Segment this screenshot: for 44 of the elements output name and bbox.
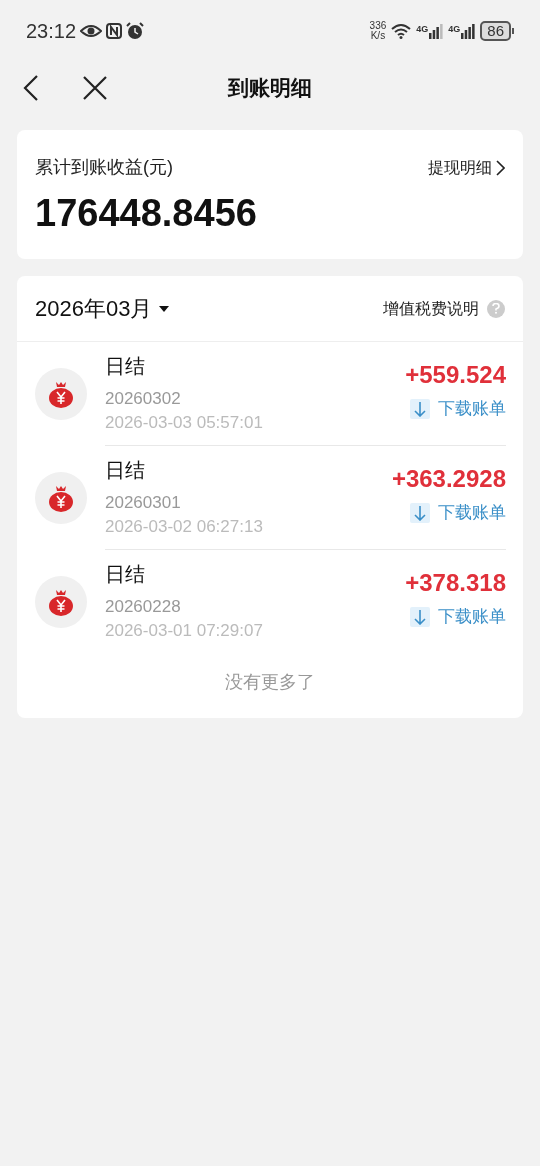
tax-info-link[interactable]: 增值税费说明 (383, 296, 505, 321)
record-title: 日结 (105, 354, 146, 379)
record-date: 20260302 (105, 388, 182, 410)
download-bill-link[interactable]: 下载账单 (410, 604, 506, 630)
battery-icon: 86 (480, 21, 514, 41)
record-title: 日结 (105, 458, 146, 483)
record-timestamp: 2026-03-01 07:29:07 (105, 620, 263, 642)
close-icon[interactable] (82, 75, 108, 101)
signal-icon (461, 23, 476, 39)
wifi-icon (391, 23, 412, 39)
record-timestamp: 2026-03-02 06:27:13 (105, 516, 263, 538)
network-type: 4G (448, 23, 461, 36)
speed-value: 336 (369, 21, 387, 31)
help-icon (487, 299, 505, 318)
download-bill-link[interactable]: 下载账单 (410, 396, 506, 422)
record-timestamp: 2026-03-03 05:57:01 (105, 412, 263, 434)
speed-unit: K/s (370, 31, 386, 41)
record-date: 20260301 (105, 492, 182, 514)
network-type: 4G (416, 23, 429, 36)
record-amount: +363.2928 (391, 464, 506, 494)
withdraw-details-link[interactable]: 提现明细 (428, 155, 505, 180)
money-bag-icon (35, 472, 87, 524)
download-bill-link[interactable]: 下载账单 (410, 500, 506, 526)
summary-label: 累计到账收益(元) (35, 156, 173, 179)
download-icon (410, 606, 430, 627)
no-more-text: 没有更多了 (225, 671, 315, 694)
record-date: 20260228 (105, 596, 182, 618)
alarm-icon (126, 22, 145, 40)
record-amount: +559.524 (405, 360, 506, 390)
back-icon[interactable] (22, 74, 40, 102)
money-bag-icon (35, 368, 87, 420)
record-amount: +378.318 (405, 568, 506, 598)
nfc-icon (106, 23, 123, 39)
dropdown-icon (158, 304, 171, 313)
download-icon (410, 398, 430, 419)
total-amount: 176448.8456 (35, 191, 258, 235)
month-picker[interactable]: 2026年03月 (35, 292, 171, 325)
page-title: 到账明细 (228, 75, 312, 102)
record-title: 日结 (105, 562, 146, 587)
chevron-icon (496, 159, 505, 176)
signal-icon (429, 23, 444, 39)
download-icon (410, 502, 430, 523)
clock-time: 23:12 (26, 19, 77, 44)
eye-icon (80, 24, 103, 38)
